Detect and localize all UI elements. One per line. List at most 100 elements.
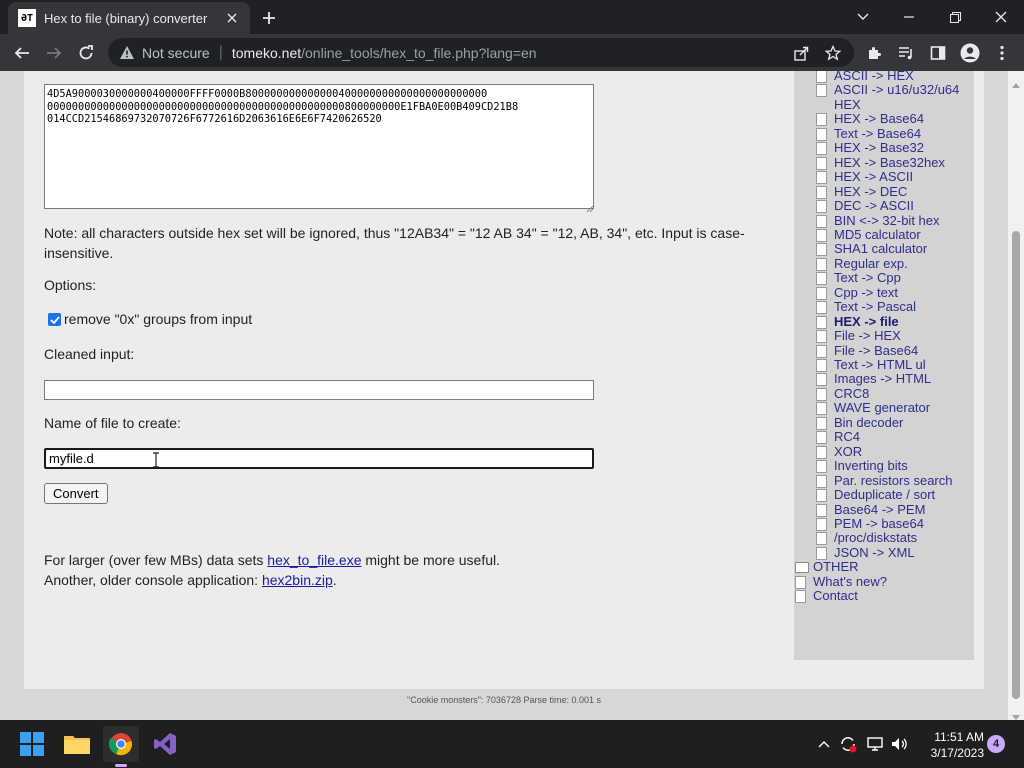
- sidebar-item[interactable]: JSON -> XML: [816, 545, 915, 560]
- page-scrollbar[interactable]: [1008, 71, 1024, 720]
- sidebar-item[interactable]: File -> Base64: [816, 343, 918, 358]
- sidebar-item[interactable]: HEX: [834, 96, 861, 112]
- scrollbar-thumb[interactable]: [1012, 231, 1020, 699]
- document-icon: [816, 387, 827, 401]
- sidebar-item[interactable]: Regular exp.: [816, 256, 908, 271]
- sidebar-item[interactable]: ASCII -> u16/u32/u64: [816, 83, 959, 98]
- sidebar-item[interactable]: WAVE generator: [816, 401, 930, 416]
- sidebar-item[interactable]: Par. resistors search: [816, 473, 953, 488]
- sidebar-item-label: DEC -> ASCII: [834, 198, 914, 213]
- media-control-icon[interactable]: [892, 39, 920, 67]
- sidebar-item[interactable]: /proc/diskstats: [816, 531, 917, 546]
- minimize-icon[interactable]: [886, 0, 932, 34]
- browser-tab[interactable]: ƏT Hex to file (binary) converter: [8, 2, 250, 34]
- sidebar-item-label: HEX -> Base32: [834, 140, 924, 156]
- chrome-menu-icon[interactable]: [988, 39, 1016, 67]
- document-icon: [816, 243, 827, 257]
- notification-badge[interactable]: 4: [987, 735, 1005, 753]
- start-windows-icon[interactable]: [14, 726, 50, 762]
- sidebar-item[interactable]: CRC8: [816, 386, 869, 401]
- sidebar-item-label: HEX: [834, 96, 861, 112]
- document-icon: [816, 503, 827, 517]
- sidebar-item[interactable]: Text -> Pascal: [816, 299, 916, 315]
- sidebar-section-item[interactable]: Contact: [795, 588, 858, 604]
- sidebar-item-label: HEX -> DEC: [834, 183, 908, 199]
- reload-icon[interactable]: [72, 39, 100, 67]
- tray-chevron-up-icon[interactable]: [814, 734, 834, 754]
- back-icon[interactable]: [8, 39, 36, 67]
- extensions-icon[interactable]: [860, 39, 888, 67]
- sidebar-item[interactable]: XOR: [816, 444, 862, 459]
- sidebar-item[interactable]: MD5 calculator: [816, 227, 921, 242]
- volume-icon[interactable]: [889, 734, 909, 754]
- convert-button[interactable]: Convert: [44, 483, 108, 504]
- sidebar-item-label: BIN <-> 32-bit hex: [834, 212, 940, 228]
- document-icon: [816, 532, 827, 546]
- file-explorer-icon[interactable]: [59, 726, 95, 762]
- sidebar-item[interactable]: Text -> HTML ul: [816, 357, 926, 372]
- sidebar-item[interactable]: File -> HEX: [816, 328, 901, 344]
- sidebar-item[interactable]: Text -> Cpp: [816, 271, 901, 286]
- scroll-up-icon[interactable]: [1012, 75, 1020, 93]
- sidebar-item[interactable]: RC4: [816, 430, 860, 445]
- profile-avatar-icon[interactable]: [956, 39, 984, 67]
- document-icon: [816, 416, 827, 430]
- note-text: Note: all characters outside hex set wil…: [44, 225, 745, 261]
- document-icon: [816, 185, 827, 199]
- filename-input[interactable]: myfile.d: [44, 448, 594, 469]
- sidebar-item[interactable]: Bin decoder: [816, 415, 903, 430]
- text-cursor-icon: [152, 452, 160, 468]
- document-icon: [816, 315, 827, 329]
- sidebar-item[interactable]: Inverting bits: [816, 458, 908, 474]
- close-window-icon[interactable]: [978, 0, 1024, 34]
- sidebar-item[interactable]: BIN <-> 32-bit hex: [816, 212, 940, 228]
- textarea-resize-icon[interactable]: [585, 200, 594, 213]
- sidebar-item[interactable]: HEX -> file: [816, 314, 899, 329]
- sidebar-item-label: What's new?: [813, 573, 888, 589]
- sidebar-item[interactable]: HEX -> Base32hex: [816, 155, 945, 170]
- tab-search-chevron-icon[interactable]: [840, 0, 886, 34]
- taskbar-clock[interactable]: 11:51 AM 3/17/2023: [912, 729, 984, 761]
- restore-icon[interactable]: [932, 0, 978, 34]
- sidebar-item[interactable]: HEX -> Base32: [816, 140, 924, 156]
- url-host: tomeko.net: [231, 44, 302, 61]
- url-path: /online_tools/hex_to_file.php?lang=en: [301, 44, 537, 61]
- document-icon: [816, 373, 827, 387]
- bookmark-star-icon[interactable]: [822, 42, 844, 64]
- sync-icon[interactable]: [838, 734, 858, 754]
- document-icon: [816, 156, 827, 170]
- sidebar-item[interactable]: HEX -> Base64: [816, 112, 924, 127]
- share-icon[interactable]: [790, 42, 812, 64]
- active-app-indicator: [115, 764, 127, 767]
- side-panel-icon[interactable]: [924, 39, 952, 67]
- visual-studio-icon[interactable]: [147, 726, 183, 762]
- tab-close-icon[interactable]: [222, 8, 242, 28]
- document-icon: [816, 228, 827, 242]
- hex2bin-zip-link[interactable]: hex2bin.zip: [262, 572, 333, 588]
- remove-0x-checkbox[interactable]: [48, 313, 61, 326]
- sidebar-item-label: Images -> HTML: [834, 371, 932, 387]
- chrome-taskbar-icon[interactable]: [103, 726, 139, 767]
- warning-icon[interactable]: [118, 44, 136, 62]
- cleaned-input-field[interactable]: [44, 380, 594, 400]
- new-tab-icon[interactable]: [257, 6, 281, 30]
- sidebar-item[interactable]: DEC -> ASCII: [816, 198, 914, 213]
- network-icon[interactable]: [865, 734, 885, 754]
- sidebar-item[interactable]: HEX -> DEC: [816, 183, 908, 199]
- hex-to-file-exe-link[interactable]: hex_to_file.exe: [267, 552, 361, 568]
- forward-icon[interactable]: [40, 39, 68, 67]
- sidebar-item[interactable]: SHA1 calculator: [816, 241, 928, 257]
- sidebar-section-item[interactable]: OTHER: [795, 560, 859, 574]
- hex-input-textarea[interactable]: 4D5A9000030000000400000FFFF0000B80000000…: [44, 84, 594, 209]
- address-bar[interactable]: Not secure | tomeko.net/online_tools/hex…: [108, 38, 854, 67]
- sidebar-item[interactable]: Images -> HTML: [816, 371, 932, 387]
- sidebar-item[interactable]: Deduplicate / sort: [816, 487, 935, 502]
- sidebar-item[interactable]: HEX -> ASCII: [816, 169, 913, 185]
- sidebar-item[interactable]: Text -> Base64: [816, 126, 921, 141]
- sidebar-item[interactable]: Cpp -> text: [816, 285, 898, 300]
- sidebar-section-item[interactable]: What's new?: [795, 573, 888, 589]
- sidebar-item[interactable]: PEM -> base64: [816, 516, 924, 531]
- sidebar-item[interactable]: Base64 -> PEM: [816, 502, 925, 517]
- sidebar-item-label: SHA1 calculator: [834, 241, 928, 257]
- document-icon: [816, 474, 827, 488]
